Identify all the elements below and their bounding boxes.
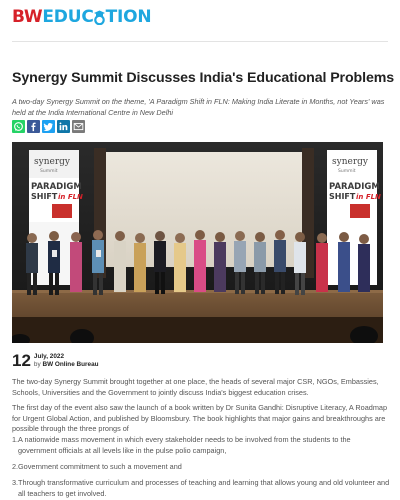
- whatsapp-share-button[interactable]: [12, 120, 25, 133]
- banner-left-line2: SHIFT: [31, 192, 58, 201]
- article-date-row: 12 July, 2022 by BW Online Bureau: [12, 352, 99, 369]
- whatsapp-icon: [14, 122, 23, 131]
- list-item-2-text: Government commitment to such a movement…: [18, 462, 182, 471]
- author-link[interactable]: BW Online Bureau: [42, 361, 98, 368]
- list-item-2-number: 2.: [12, 462, 19, 471]
- twitter-icon: [43, 123, 53, 131]
- article-subtitle: A two-day Synergy Summit on the theme, '…: [12, 97, 385, 117]
- banner-left-brand: synergy: [34, 157, 71, 167]
- list-item-3-text: Through transformative curriculum and pr…: [18, 478, 390, 498]
- byline: by BW Online Bureau: [34, 361, 99, 369]
- date-day: 12: [12, 351, 31, 370]
- share-bar: [12, 120, 85, 133]
- list-item-3: 3. Through transformative curriculum and …: [12, 478, 390, 499]
- logo-bw: BW: [12, 7, 43, 27]
- banner-right-line3: in FLN: [356, 193, 381, 201]
- header-divider: [12, 41, 388, 42]
- list-item-1-text: A nationwide mass movement in which ever…: [18, 435, 351, 455]
- byline-prefix: by: [33, 360, 41, 368]
- list-item-3-number: 3.: [12, 478, 19, 487]
- banner-left-summit: Summit: [40, 168, 58, 174]
- article-paragraph-1: The two-day Synergy Summit brought toget…: [12, 377, 379, 397]
- email-share-button[interactable]: [72, 120, 85, 133]
- logo-tion: TION: [105, 7, 152, 27]
- twitter-share-button[interactable]: [42, 120, 55, 133]
- article-title: Synergy Summit Discusses India's Educati…: [12, 70, 395, 86]
- event-photo: synergy Summit PARADIGM SHIFT in FLN syn…: [12, 142, 383, 343]
- linkedin-share-button[interactable]: [57, 120, 70, 133]
- logo-educ: EDUC: [42, 7, 94, 27]
- banner-left-line3: in FLN: [58, 193, 83, 201]
- banner-left-line1: PARADIGM: [31, 182, 82, 192]
- list-item-1: 1. A nationwide mass movement in which ev…: [12, 435, 390, 456]
- facebook-icon: [31, 122, 36, 132]
- banner-right-summit: Summit: [338, 168, 356, 174]
- banner-right-line1: PARADIGM: [329, 182, 380, 192]
- list-item-2: 2. Government commitment to such a moveme…: [12, 462, 390, 473]
- graduation-cap-icon: [94, 10, 106, 25]
- facebook-share-button[interactable]: [27, 120, 40, 133]
- article-paragraph-2: The first day of the event also saw the …: [12, 403, 388, 433]
- linkedin-icon: [59, 122, 68, 131]
- article-photo: synergy Summit PARADIGM SHIFT in FLN syn…: [12, 142, 383, 343]
- date-month-year: July, 2022: [33, 353, 65, 360]
- brand-logo[interactable]: BW EDUC TION: [12, 7, 152, 27]
- email-icon: [73, 123, 84, 131]
- banner-right-brand: synergy: [332, 157, 369, 167]
- banner-right-line2: SHIFT: [329, 192, 356, 201]
- list-item-1-number: 1.: [12, 435, 19, 444]
